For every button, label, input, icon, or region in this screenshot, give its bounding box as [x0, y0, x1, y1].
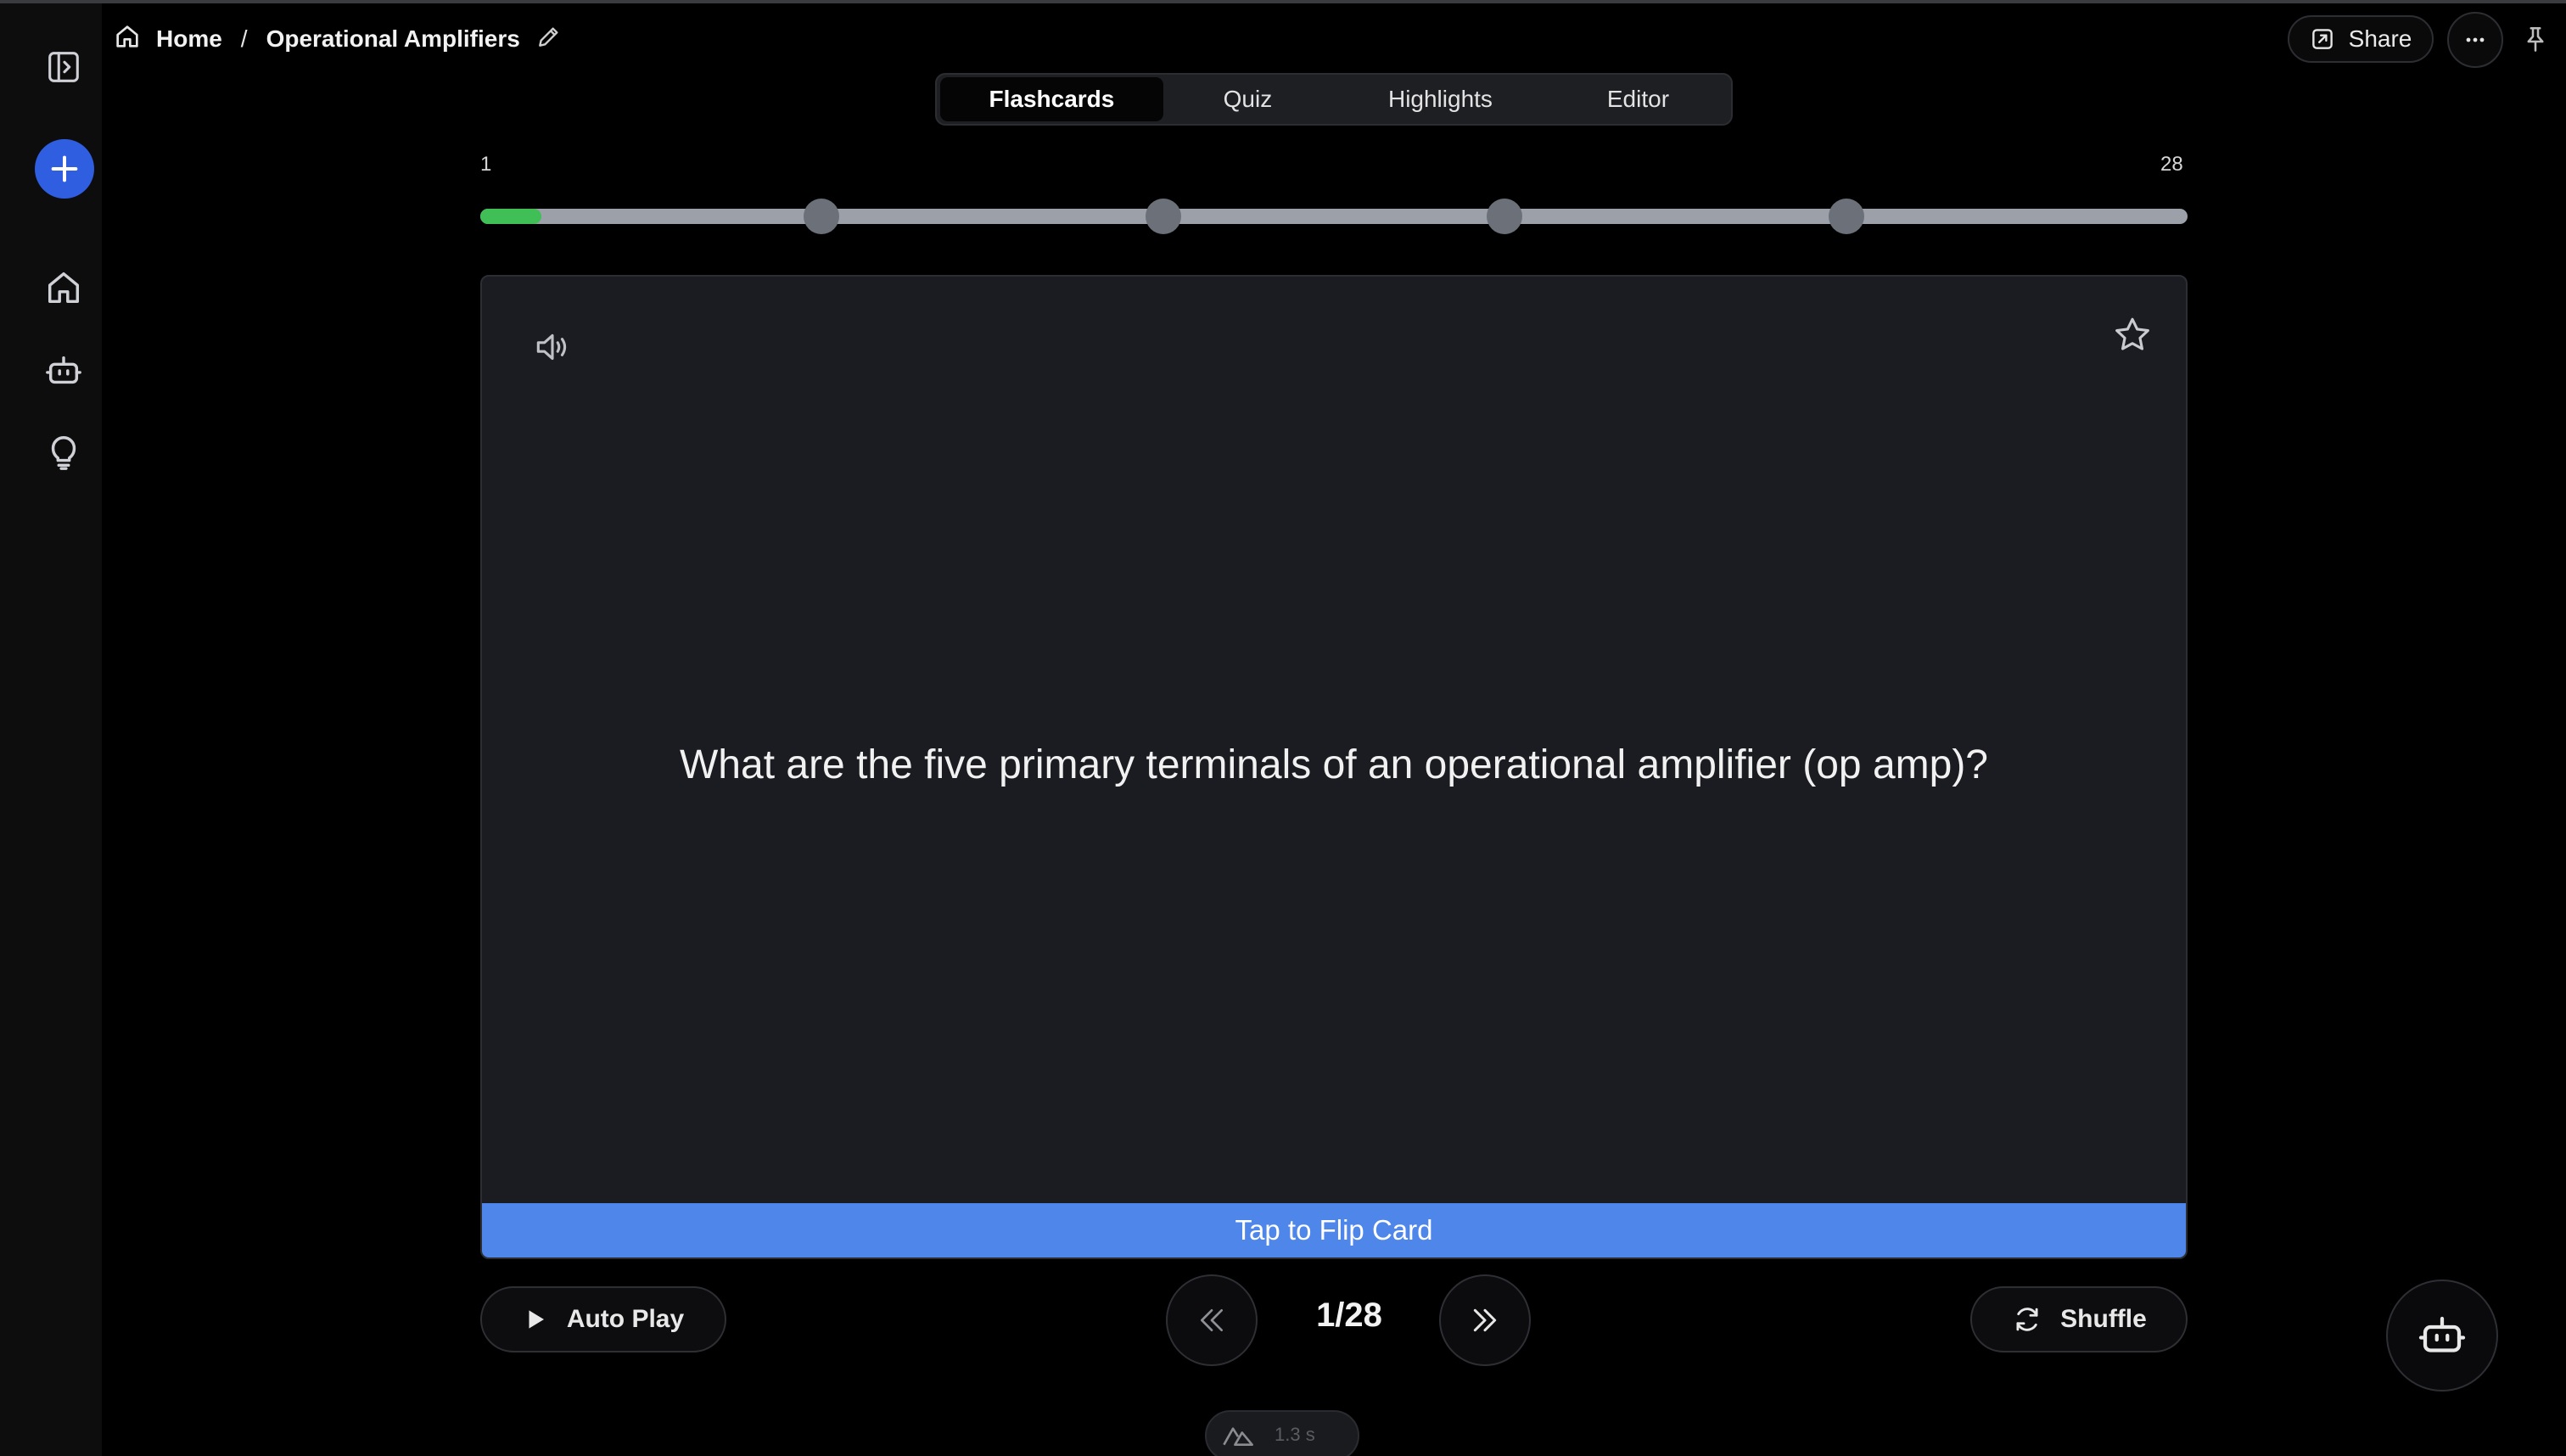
auto-play-label: Auto Play [566, 1305, 685, 1333]
sidebar-toggle-icon[interactable] [32, 36, 95, 98]
flashcard[interactable]: What are the five primary terminals of a… [480, 275, 2188, 1259]
progress-checkpoint[interactable] [1145, 199, 1181, 234]
window-top-border [0, 0, 2566, 3]
flashcard-question: What are the five primary terminals of a… [680, 742, 1988, 787]
share-button[interactable]: Share [2288, 15, 2434, 63]
breadcrumb-separator: / [240, 25, 248, 52]
shuffle-icon [2016, 1308, 2038, 1331]
shuffle-label: Shuffle [2060, 1305, 2147, 1333]
card-counter: 1/28 [1316, 1296, 1382, 1334]
pin-icon[interactable] [2518, 22, 2552, 56]
progress-checkpoint[interactable] [804, 199, 840, 234]
speaker-icon[interactable] [531, 326, 574, 368]
new-item-button[interactable] [35, 139, 94, 199]
progress-start-label: 1 [480, 153, 492, 176]
pencil-icon[interactable] [535, 23, 563, 56]
progress-checkpoint[interactable] [1487, 199, 1523, 234]
chevrons-right-icon [1473, 1308, 1497, 1332]
home-icon[interactable] [32, 256, 95, 319]
sidebar [0, 3, 102, 1456]
lightbulb-icon[interactable] [32, 421, 95, 484]
next-card-button[interactable] [1439, 1274, 1531, 1366]
tab-flashcards[interactable]: Flashcards [940, 77, 1163, 121]
robot-icon[interactable] [32, 339, 95, 402]
more-options-button[interactable] [2447, 12, 2503, 68]
share-label: Share [2348, 25, 2412, 52]
external-link-icon [2311, 29, 2333, 49]
progress-track[interactable] [480, 199, 2188, 234]
breadcrumb-home-link[interactable]: Home [156, 25, 222, 53]
tab-editor[interactable]: Editor [1549, 77, 1728, 121]
nuxt-logo-icon [1223, 1427, 1253, 1446]
devtools-badge[interactable]: 1.3 s [1205, 1410, 1359, 1456]
shuffle-button[interactable]: Shuffle [1970, 1286, 2188, 1352]
tab-quiz[interactable]: Quiz [1163, 77, 1332, 121]
plus-icon [51, 155, 78, 182]
auto-play-button[interactable]: Auto Play [480, 1286, 726, 1352]
home-crumb-icon[interactable] [114, 23, 141, 56]
devtools-time: 1.3 s [1275, 1424, 1315, 1445]
tab-highlights[interactable]: Highlights [1332, 77, 1549, 121]
play-icon [529, 1310, 544, 1329]
chevrons-left-icon [1201, 1309, 1223, 1331]
progress-checkpoint[interactable] [1828, 199, 1864, 234]
robot-icon [2418, 1316, 2466, 1352]
mode-tabs: Flashcards Quiz Highlights Editor [935, 73, 1733, 126]
ellipsis-icon [2466, 37, 2485, 42]
progress-fill [480, 209, 541, 224]
breadcrumb: Home / Operational Amplifiers [114, 22, 563, 56]
flip-card-button[interactable]: Tap to Flip Card [482, 1203, 2186, 1257]
progress-end-label: 28 [2160, 153, 2183, 176]
breadcrumb-current: Operational Amplifiers [266, 25, 520, 52]
previous-card-button[interactable] [1166, 1274, 1258, 1366]
star-icon[interactable] [2111, 314, 2154, 356]
ai-assistant-button[interactable] [2386, 1280, 2498, 1392]
